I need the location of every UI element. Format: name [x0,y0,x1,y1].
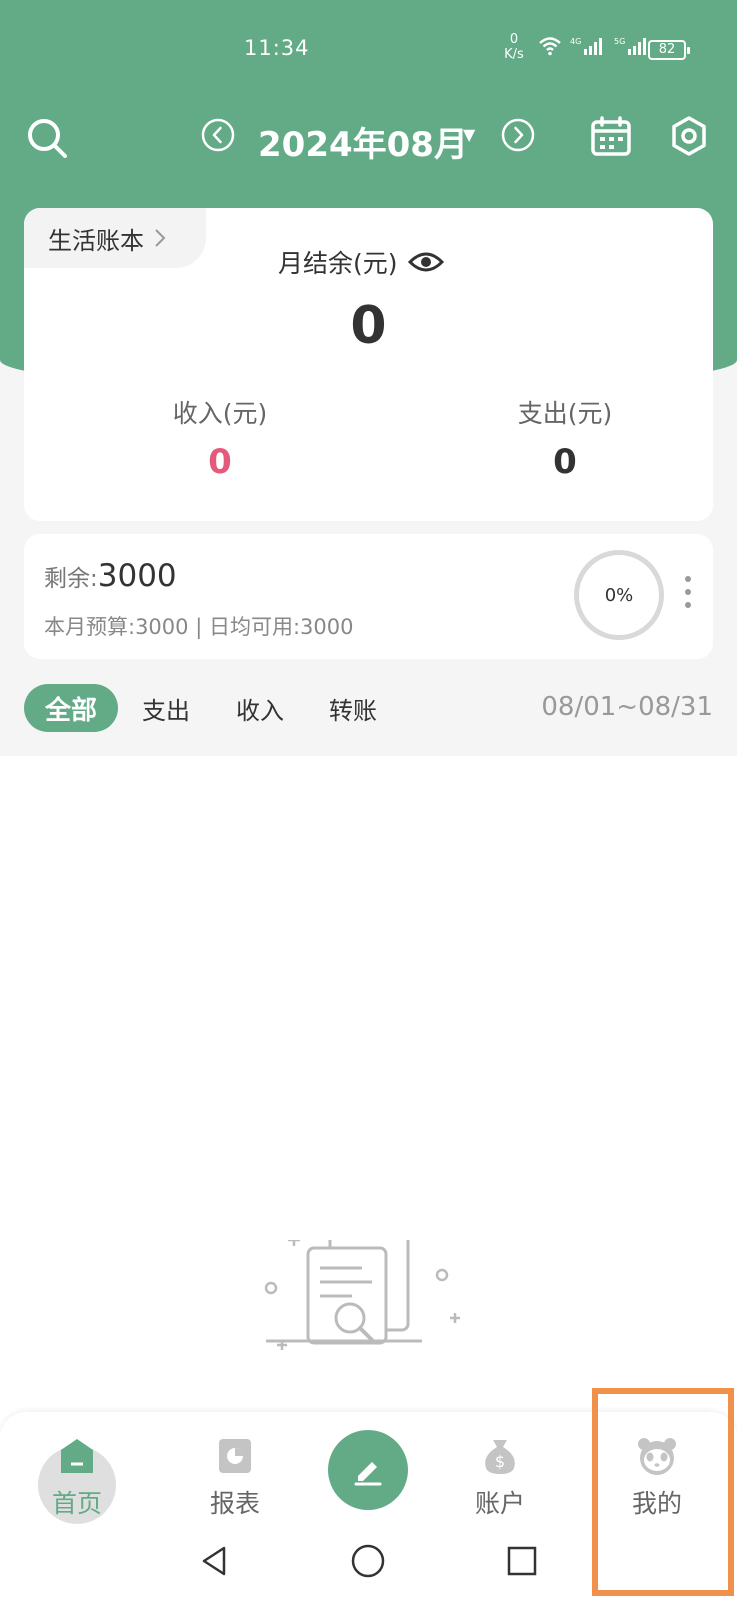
status-time: 11:34 [244,36,310,60]
tab-accounts-label: 账户 [474,1489,525,1518]
budget-card[interactable]: 剩余: 3000 本月预算:3000 | 日均可用:3000 0% [24,534,713,659]
balance-card: 生活账本 月结余(元) 0 收入(元) 0 支出(元) 0 [24,208,713,521]
more-options-icon[interactable] [682,576,694,608]
battery-indicator: 82 [648,40,690,60]
caret-down-icon[interactable]: ▼ [463,125,475,144]
balance-label-group: 月结余(元) [278,244,444,280]
next-month-button[interactable] [500,117,536,153]
income-summary: 收入(元) 0 [120,394,320,482]
recents-square-icon [507,1546,537,1576]
tab-report-label: 报表 [209,1489,260,1518]
tab-home-label: 首页 [51,1489,102,1518]
nav-home-button[interactable] [343,1536,393,1586]
settings-icon [672,116,706,156]
search-button[interactable] [22,113,72,163]
remaining-label: 剩余: [44,566,98,592]
filter-all[interactable]: 全部 [24,684,118,732]
book-selector[interactable]: 生活账本 [24,208,206,268]
svg-text:$: $ [495,1452,505,1471]
budget-subtitle: 本月预算:3000 | 日均可用:3000 [44,615,354,639]
network-speed: 0 K/s [500,32,528,62]
calendar-icon [591,116,631,156]
budget-remaining: 剩余: 3000 [44,558,177,594]
expense-label: 支出(元) [517,399,613,428]
chevron-right-icon [155,229,166,247]
nav-recents-button[interactable] [497,1536,547,1586]
network-speed-unit: K/s [504,47,524,62]
pen-icon [354,1462,382,1486]
budget-progress-text: 0% [604,584,634,606]
chevron-left-icon [201,118,235,152]
back-triangle-icon [202,1546,226,1576]
top-bar: 2024年08月 ▼ [0,105,737,175]
svg-text:5G: 5G [614,37,625,46]
calendar-button[interactable] [588,113,634,159]
income-value: 0 [208,442,232,482]
remaining-value: 3000 [97,558,177,594]
book-name: 生活账本 [48,226,144,255]
status-icons: 4G 5G [538,36,650,56]
transaction-filter-bar: 全部 支出 收入 转账 08/01~08/31 [0,684,737,734]
expense-value: 0 [553,442,577,482]
date-range[interactable]: 08/01~08/31 [541,692,713,722]
eye-icon[interactable] [407,250,444,274]
prev-month-button[interactable] [200,117,236,153]
filter-income[interactable]: 收入 [224,684,296,732]
network-speed-value: 0 [509,32,519,47]
search-icon [28,119,67,158]
tab-home[interactable]: 首页 [17,1412,137,1524]
home-icon [55,1434,99,1478]
svg-text:4G: 4G [570,37,581,46]
money-bag-icon: $ [478,1434,522,1478]
signal-5g-icon: 5G [614,37,646,55]
balance-label: 月结余(元) [278,249,398,278]
tab-accounts[interactable]: $ 账户 [440,1412,560,1524]
report-icon [213,1434,257,1478]
home-circle-icon [351,1544,385,1578]
expense-summary: 支出(元) 0 [465,394,665,482]
add-record-button[interactable] [328,1430,408,1510]
chevron-right-icon [501,118,535,152]
signal-4g-icon: 4G [570,37,602,55]
budget-progress-ring: 0% [574,550,664,640]
empty-records-illustration [264,1240,460,1350]
wifi-icon [539,37,561,56]
balance-value: 0 [350,296,387,356]
nav-back-button[interactable] [190,1536,240,1586]
month-selector[interactable]: 2024年08月 [258,117,468,166]
filter-expense[interactable]: 支出 [130,684,202,732]
tab-report[interactable]: 报表 [175,1412,295,1524]
income-label: 收入(元) [172,399,268,428]
status-bar: 11:34 0 K/s 4G 5G 82 [0,0,737,100]
filter-transfer[interactable]: 转账 [317,684,389,732]
annotation-highlight-box [592,1388,734,1596]
settings-button[interactable] [666,113,712,159]
